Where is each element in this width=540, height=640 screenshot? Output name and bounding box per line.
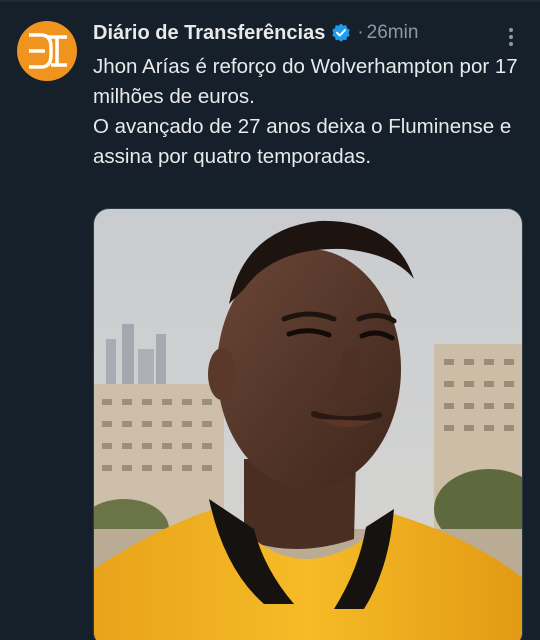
tweet-line-1: Jhon Arías é reforço do Wolverhampton po… — [93, 55, 518, 108]
display-name[interactable]: Diário de Transferências — [93, 22, 325, 45]
dt-logo-icon — [29, 33, 67, 69]
divider — [0, 0, 540, 2]
tweet-photo[interactable] — [93, 208, 523, 640]
tweet-header: Diário de Transferências · 26min — [93, 16, 523, 50]
separator-dot: · — [357, 22, 364, 43]
tweet-text: Jhon Arías é reforço do Wolverhampton po… — [93, 52, 523, 172]
more-options-icon[interactable] — [500, 26, 522, 48]
avatar[interactable] — [17, 21, 77, 81]
verified-badge-icon — [330, 22, 352, 44]
timestamp[interactable]: 26min — [367, 22, 419, 44]
tweet-line-2: O avançado de 27 anos deixa o Fluminense… — [93, 115, 512, 168]
player-portrait-image — [94, 209, 522, 640]
tweet-content: Diário de Transferências · 26min Jhon Ar… — [93, 16, 523, 172]
tweet-card[interactable]: Diário de Transferências · 26min Jhon Ar… — [0, 0, 540, 640]
